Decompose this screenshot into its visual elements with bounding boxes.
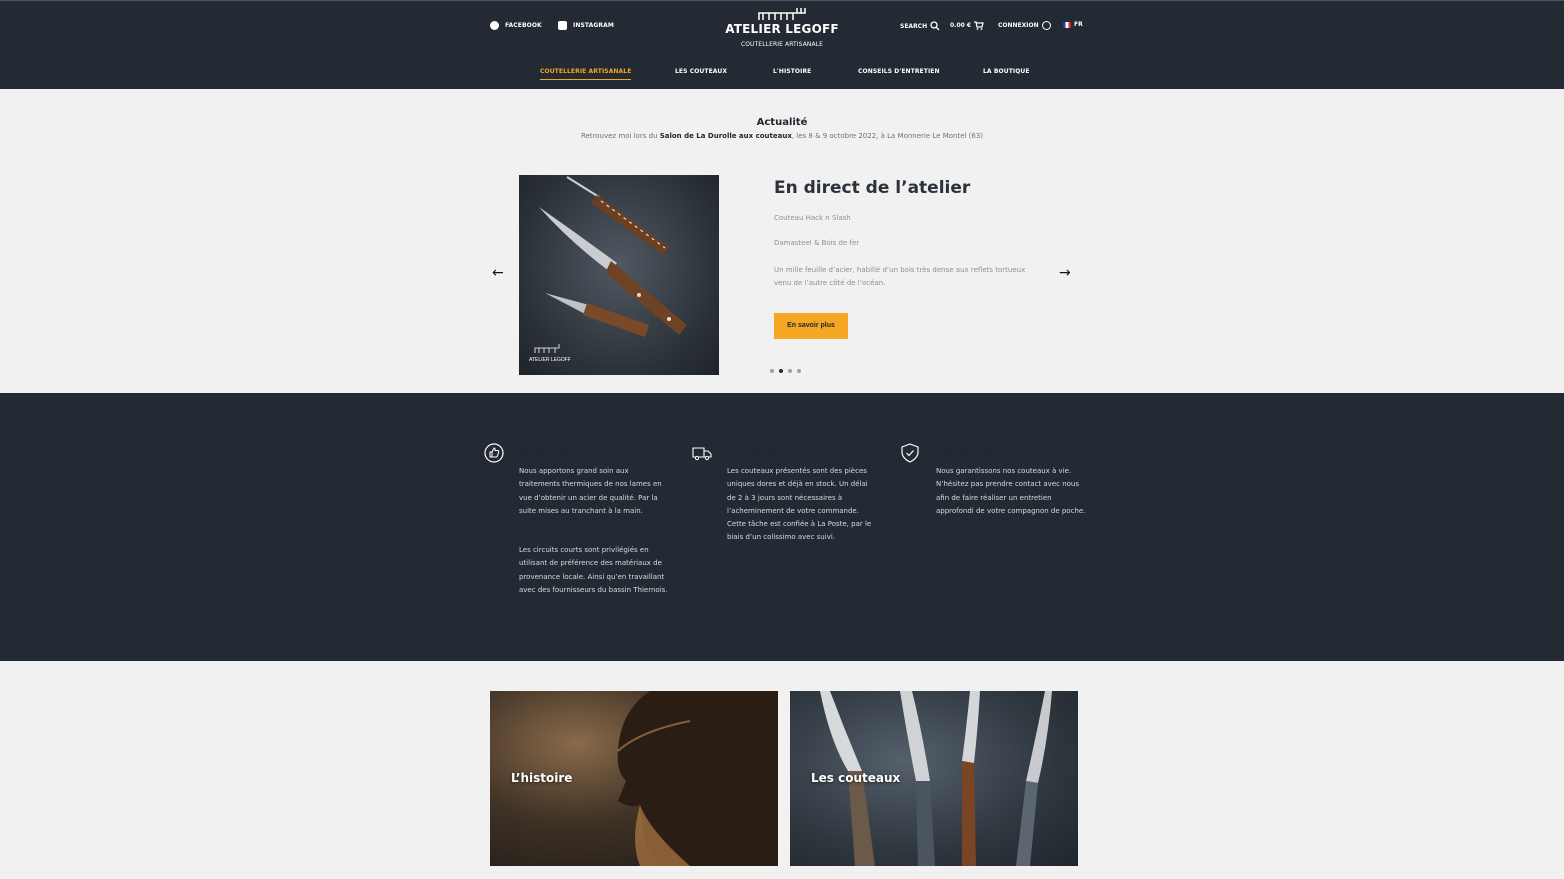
shield-check-icon <box>901 443 919 463</box>
slide-description: Un mille feuille d’acier, habillé d’un b… <box>774 266 1026 287</box>
nav-item-coutellerie[interactable]: COUTELLERIE ARTISANALE <box>540 68 632 80</box>
history-tile-label: L’histoire <box>511 771 573 785</box>
feature-text-delivery: Les couteaux présentés sont des pièces u… <box>727 467 872 542</box>
slider-prev-arrow-icon[interactable]: ← <box>492 266 504 280</box>
feature-text-warranty: Nous garantissons nos couteaux à vie. N’… <box>936 467 1086 515</box>
slider-dot[interactable] <box>797 369 801 373</box>
slider-dot[interactable] <box>770 369 774 373</box>
feature-title-quality: Qualité <box>519 444 568 458</box>
logo-tagline: COUTELLERIE ARTISANALE <box>740 41 824 48</box>
knives-illustration: ATELIER LEGOFF <box>529 176 687 363</box>
news-event-name: Salon de La Durolle aux couteaux <box>659 132 792 140</box>
slide-subtitle-materials: Damasteel & Bois de fer <box>774 239 860 247</box>
language-selector[interactable]: FR <box>1063 21 1083 28</box>
account-label: CONNEXION <box>998 22 1039 29</box>
news-text-after: , les 8 & 9 octobre 2022, à La Monnerie … <box>791 132 984 140</box>
user-icon <box>1041 21 1051 30</box>
logo-mark-icon <box>758 8 806 20</box>
facebook-label: FACEBOOK <box>505 22 542 29</box>
history-tile[interactable]: L’histoire <box>490 691 778 866</box>
news-text-before: Retrouvez moi lors du <box>580 132 660 140</box>
language-label: FR <box>1074 21 1083 28</box>
truck-icon <box>692 447 712 461</box>
nav-item-conseils[interactable]: CONSEILS D'ENTRETIEN <box>858 68 940 75</box>
search-icon <box>930 21 940 31</box>
news-text: Retrouvez moi lors du Salon de La Duroll… <box>0 132 1564 140</box>
cart-total: 0.00 € <box>950 22 972 29</box>
instagram-icon <box>558 21 567 30</box>
nav-item-boutique[interactable]: LA BOUTIQUE <box>983 68 1030 75</box>
feature-text-quality-2: Les circuits courts sont privilégiés en … <box>519 546 668 594</box>
slider-dot-active[interactable] <box>779 369 783 373</box>
slider-pagination <box>770 369 801 373</box>
feature-text-quality-1: Nous apportons grand soin aux traitement… <box>519 467 662 515</box>
image-watermark: ATELIER LEGOFF <box>529 357 571 363</box>
learn-more-button[interactable]: En savoir plus <box>774 313 848 339</box>
feature-title-warranty: Garantie <box>936 444 995 458</box>
french-flag-icon <box>1063 21 1071 28</box>
thumbs-up-icon <box>484 443 504 463</box>
slider-next-arrow-icon[interactable]: → <box>1059 266 1071 280</box>
cart-icon <box>974 21 984 30</box>
feature-title-delivery: Livraison <box>727 444 789 458</box>
facebook-link[interactable]: FACEBOOK <box>490 21 542 30</box>
slide-image: ATELIER LEGOFF <box>519 175 719 375</box>
news-title: Actualité <box>756 117 808 128</box>
instagram-link[interactable]: INSTAGRAM <box>558 21 614 30</box>
slide-title: En direct de l’atelier <box>774 178 971 198</box>
nav-item-histoire[interactable]: L'HISTOIRE <box>773 68 811 75</box>
knives-tile[interactable]: Les couteaux <box>790 691 1078 866</box>
nav-item-couteaux[interactable]: LES COUTEAUX <box>675 68 727 75</box>
features-section: Qualité Nous apportons grand soin aux tr… <box>0 393 1564 661</box>
slider-dot[interactable] <box>788 369 792 373</box>
slide-subtitle-model: Couteau Hack n Slash <box>774 214 851 222</box>
instagram-label: INSTAGRAM <box>573 22 614 29</box>
facebook-icon <box>490 21 499 30</box>
cart-button[interactable]: 0.00 € <box>950 21 984 30</box>
search-label: SEARCH <box>900 22 928 30</box>
knives-tile-label: Les couteaux <box>811 771 901 785</box>
account-button[interactable]: CONNEXION <box>998 21 1051 30</box>
logo-name: ATELIER LEGOFF <box>725 22 839 36</box>
site-logo[interactable]: ATELIER LEGOFF COUTELLERIE ARTISANALE <box>712 7 852 48</box>
search-button[interactable]: SEARCH <box>900 21 940 31</box>
site-header: FACEBOOK INSTAGRAM ATELIER LEGOFF COUTEL… <box>0 0 1564 89</box>
